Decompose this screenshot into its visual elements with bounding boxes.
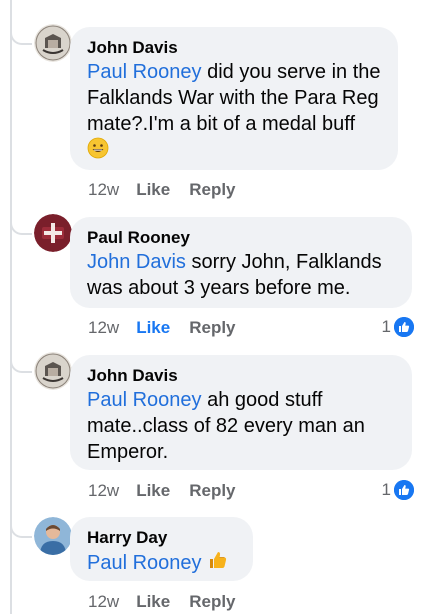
- comment-author[interactable]: Paul Rooney: [87, 227, 396, 249]
- comment-author[interactable]: John Davis: [87, 37, 382, 59]
- reply-button[interactable]: Reply: [189, 480, 235, 502]
- avatar[interactable]: [34, 517, 72, 555]
- comment-timestamp[interactable]: 12w: [88, 591, 119, 613]
- comment-timestamp[interactable]: 12w: [88, 179, 119, 201]
- comment-actions: 12w Like Reply: [88, 480, 236, 502]
- grinning-face-emoji: [87, 137, 109, 166]
- comment-text: Paul Rooney: [87, 549, 241, 578]
- comment-text-segment: sorry John, Falklands: [185, 251, 382, 273]
- avatar-image: [34, 352, 72, 390]
- comment-actions: 12w Like Reply: [88, 591, 236, 613]
- avatar[interactable]: [34, 214, 72, 252]
- comment-text-segment: ah good stuff: [201, 389, 323, 411]
- comment-text: John Davis sorry John, Falklands was abo…: [87, 249, 396, 301]
- comment-bubble: Harry Day Paul Rooney: [70, 517, 253, 581]
- comment-text-segment: did you serve in the: [201, 61, 381, 83]
- comment-text-segment: mate..class of 82 every man an: [87, 415, 365, 437]
- like-button[interactable]: Like: [136, 179, 170, 201]
- comment-text-segment: Emperor.: [87, 441, 169, 463]
- comment-actions: 12w Like Reply: [88, 179, 236, 201]
- avatar-image: [34, 517, 72, 555]
- comment-author[interactable]: John Davis: [87, 365, 396, 387]
- comment-text-segment: mate?.I'm a bit of a medal buff: [87, 113, 356, 135]
- avatar[interactable]: [34, 352, 72, 390]
- reply-button[interactable]: Reply: [189, 317, 235, 339]
- mention-link[interactable]: John Davis: [87, 251, 186, 273]
- comment-timestamp[interactable]: 12w: [88, 317, 119, 339]
- thread-branch: [10, 217, 32, 235]
- thread-branch: [10, 27, 32, 45]
- mention-link[interactable]: Paul Rooney: [87, 389, 202, 411]
- like-button[interactable]: Like: [136, 480, 170, 502]
- reply-button[interactable]: Reply: [189, 591, 235, 613]
- comment-text-segment: was about 3 years before me.: [87, 277, 351, 299]
- thread-branch: [10, 520, 32, 538]
- comment-author[interactable]: Harry Day: [87, 527, 241, 549]
- like-button[interactable]: Like: [136, 591, 170, 613]
- reaction-count[interactable]: 1: [382, 316, 414, 338]
- comment-text: Paul Rooney ah good stuff mate..class of…: [87, 387, 396, 465]
- comment-actions: 12w Like Reply: [88, 317, 236, 339]
- thread-branch: [10, 355, 32, 373]
- like-reaction-icon: [394, 480, 414, 500]
- comment-bubble: John Davis Paul Rooney did you serve in …: [70, 27, 398, 170]
- reaction-count-value: 1: [381, 317, 391, 336]
- reply-button[interactable]: Reply: [189, 179, 235, 201]
- like-button[interactable]: Like: [136, 317, 170, 339]
- reaction-count[interactable]: 1: [382, 479, 414, 501]
- comment-bubble: Paul Rooney John Davis sorry John, Falkl…: [70, 217, 412, 308]
- comment-timestamp[interactable]: 12w: [88, 480, 119, 502]
- mention-link[interactable]: Paul Rooney: [87, 552, 202, 574]
- avatar-image: [34, 214, 72, 252]
- avatar-image: [34, 24, 72, 62]
- comment-text-segment: Falklands War with the Para Reg: [87, 87, 379, 109]
- thumbs-up-emoji: [207, 549, 229, 578]
- avatar[interactable]: [34, 24, 72, 62]
- mention-link[interactable]: Paul Rooney: [87, 61, 202, 83]
- like-reaction-icon: [394, 317, 414, 337]
- reaction-count-value: 1: [381, 480, 391, 499]
- comment-text: Paul Rooney did you serve in the Falklan…: [87, 59, 382, 166]
- comment-bubble: John Davis Paul Rooney ah good stuff mat…: [70, 355, 412, 470]
